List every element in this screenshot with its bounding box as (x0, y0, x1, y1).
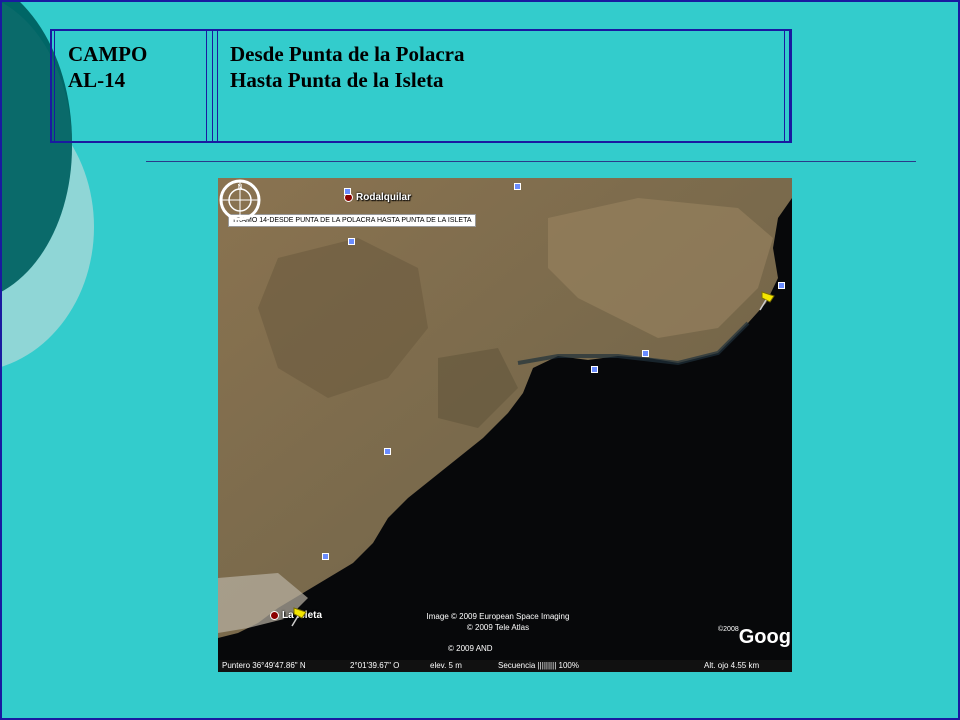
place-label: Rodalquilar (356, 192, 412, 203)
map-terrain (218, 178, 792, 672)
satellite-map[interactable]: TRAMO 14-DESDE PUNTA DE LA POLACRA HASTA… (218, 178, 792, 672)
streaming-status: Secuencia ||||||||| 100% (498, 661, 579, 670)
logo-year: ©2008 (718, 626, 739, 633)
field-code-line2: AL-14 (68, 68, 126, 92)
poi-marker-icon[interactable] (778, 282, 785, 289)
imagery-credits: Image © 2009 European Space Imaging © 20… (388, 611, 608, 633)
logo-text: Google (738, 626, 792, 648)
segment-from: Desde Punta de la Polacra (230, 42, 465, 66)
eye-altitude: Alt. ojo 4.55 km (704, 661, 760, 670)
compass-icon[interactable]: N (218, 178, 262, 222)
poi-marker-icon[interactable] (344, 188, 351, 195)
poi-marker-icon[interactable] (384, 448, 391, 455)
credit-line: © 2009 Tele Atlas (466, 623, 530, 632)
segment-to: Hasta Punta de la Isleta (230, 68, 444, 92)
poi-marker-icon[interactable] (514, 183, 521, 190)
credit-line: Image © 2009 European Space Imaging (426, 612, 570, 621)
google-logo: ©2008Google (718, 626, 792, 649)
poi-marker-icon[interactable] (322, 553, 329, 560)
credit-line: © 2009 AND (448, 644, 493, 653)
elevation: elev. 5 m (430, 661, 462, 670)
pushpin-icon-start[interactable] (758, 290, 780, 312)
slide: CAMPO AL-14 Desde Punta de la Polacra Ha… (0, 0, 960, 720)
field-code: CAMPO AL-14 (68, 41, 147, 93)
place-rodalquilar[interactable]: Rodalquilar (344, 192, 411, 203)
pushpin-icon-end[interactable] (290, 606, 312, 628)
title-table: CAMPO AL-14 Desde Punta de la Polacra Ha… (50, 29, 792, 143)
map-status-bar: Puntero 36°49'47.86" N 2°01'39.67" O ele… (218, 660, 792, 672)
segment-description: Desde Punta de la Polacra Hasta Punta de… (230, 41, 464, 93)
compass-north-label: N (237, 184, 242, 191)
poi-marker-icon[interactable] (642, 350, 649, 357)
pointer-latitude: Puntero 36°49'47.86" N (222, 661, 306, 670)
place-marker-icon (270, 610, 279, 620)
field-code-line1: CAMPO (68, 42, 148, 66)
segment-label: TRAMO 14-DESDE PUNTA DE LA POLACRA HASTA… (228, 214, 476, 227)
divider-line (146, 161, 916, 162)
poi-marker-icon[interactable] (591, 366, 598, 373)
poi-marker-icon[interactable] (348, 238, 355, 245)
pointer-longitude: 2°01'39.67" O (350, 661, 400, 670)
